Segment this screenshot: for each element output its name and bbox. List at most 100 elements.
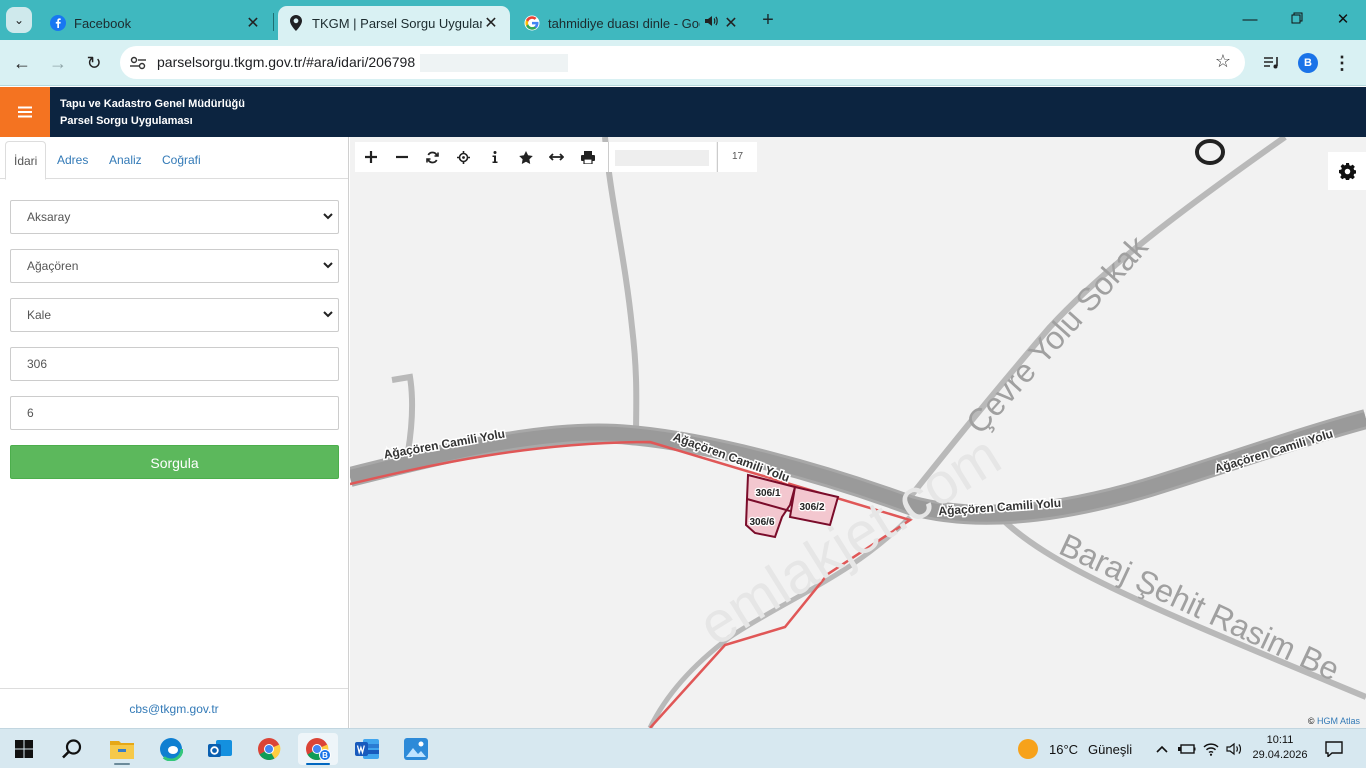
search-icon[interactable]: [52, 733, 92, 765]
media-controls-icon[interactable]: [1262, 51, 1282, 75]
tab-title: Facebook: [74, 15, 132, 31]
refresh-icon[interactable]: [417, 142, 448, 172]
more-menu-icon[interactable]: ⋮: [1333, 51, 1351, 75]
tab-title: tahmidiye duası dinle - Google: [548, 15, 700, 31]
volume-icon[interactable]: [1225, 737, 1243, 761]
tab-search-chevron-down-icon[interactable]: ⌄: [6, 7, 32, 33]
close-icon[interactable]: ✕: [722, 13, 740, 33]
tab-tkgm-parsel-sorgu[interactable]: TKGM | Parsel Sorgu Uygulaması ✕: [278, 6, 510, 40]
battery-icon[interactable]: [1178, 737, 1196, 761]
profile-avatar[interactable]: B: [1297, 51, 1319, 75]
query-sidebar: İdari Adres Analiz Coğrafi Aksaray Ağaçö…: [0, 137, 349, 728]
tab-google-search[interactable]: tahmidiye duası dinle - Google ✕: [514, 6, 750, 40]
chrome-profile-b-icon[interactable]: B: [298, 733, 338, 765]
chevron-down-icon: [322, 201, 334, 245]
map-toolbar: [355, 142, 608, 172]
new-tab-plus-icon[interactable]: +: [757, 8, 779, 32]
sun-icon: [1018, 739, 1038, 759]
tab-adres[interactable]: Adres: [49, 141, 96, 179]
map-feature: [1195, 139, 1225, 165]
weather-text: Güneşli: [1088, 741, 1133, 757]
map-attribution: © HGM Atlas: [1307, 716, 1360, 726]
tab-facebook[interactable]: Facebook ✕: [40, 6, 272, 40]
favorite-star-icon[interactable]: [510, 142, 541, 172]
sidebar-tabs: İdari Adres Analiz Coğrafi: [0, 137, 348, 180]
outlook-icon[interactable]: [200, 733, 240, 765]
windows-start-icon[interactable]: [4, 733, 44, 765]
window-close-icon[interactable]: ✕: [1323, 8, 1363, 32]
minimize-icon[interactable]: —: [1230, 8, 1270, 32]
site-settings-icon[interactable]: [128, 53, 148, 73]
contact-email-link[interactable]: cbs@tkgm.gov.tr: [0, 688, 348, 728]
map-canvas[interactable]: emlakjet.com Ağaçören Camili Yolu Ağaçör…: [350, 137, 1366, 728]
road-label: Çevre Yolu Sokak: [959, 228, 1155, 441]
restore-icon[interactable]: [1277, 8, 1317, 32]
url-text[interactable]: parselsorgu.tkgm.gov.tr/#ara/idari/20679…: [157, 54, 415, 70]
brand-line-1: Tapu ve Kadastro Genel Müdürlüğü: [60, 98, 245, 110]
location-pin-icon: [288, 15, 304, 31]
app-header: Tapu ve Kadastro Genel Müdürlüğü Parsel …: [0, 87, 1366, 137]
browser-toolbar: ← → ↻ parselsorgu.tkgm.gov.tr/#ara/idari…: [0, 40, 1366, 86]
hamburger-menu-icon[interactable]: [0, 87, 50, 137]
tab-idari[interactable]: İdari: [5, 141, 47, 180]
clock-time: 10:11: [1266, 734, 1294, 746]
app-brand: Tapu ve Kadastro Genel Müdürlüğü Parsel …: [60, 96, 245, 130]
reload-icon[interactable]: ↻: [82, 51, 106, 75]
block-number-input[interactable]: 306: [10, 347, 339, 381]
wifi-icon[interactable]: [1202, 737, 1220, 761]
temperature: 16°C: [1049, 741, 1079, 757]
parcel-label: 306/6: [749, 517, 774, 528]
map-view[interactable]: emlakjet.com Ağaçören Camili Yolu Ağaçör…: [350, 137, 1366, 728]
zoom-out-icon[interactable]: [386, 142, 417, 172]
tab-analiz[interactable]: Analiz: [101, 141, 150, 179]
tab-title: TKGM | Parsel Sorgu Uygulaması: [312, 15, 482, 31]
forward-arrow-icon[interactable]: →: [46, 51, 70, 75]
gear-icon[interactable]: [1328, 152, 1366, 190]
facebook-icon: [50, 15, 66, 31]
coordinate-box: [608, 142, 716, 172]
brand-line-2: Parsel Sorgu Uygulaması: [60, 115, 193, 127]
clock-date: 29.04.2026: [1252, 749, 1308, 761]
google-icon: [524, 15, 540, 31]
zoom-level-indicator: 17: [717, 142, 757, 172]
province-select[interactable]: Aksaray: [10, 200, 339, 234]
info-icon[interactable]: [479, 142, 510, 172]
parcel-number-input[interactable]: 6: [10, 396, 339, 430]
speaker-icon[interactable]: [700, 14, 722, 33]
neighborhood-select[interactable]: Kale: [10, 298, 339, 332]
redacted-url-area: [420, 54, 568, 72]
minor-road: [391, 373, 416, 453]
notification-icon[interactable]: [1322, 737, 1346, 761]
minor-road: [602, 137, 640, 438]
edge-browser-icon[interactable]: [151, 733, 191, 765]
file-explorer-icon[interactable]: [102, 733, 142, 765]
zoom-in-icon[interactable]: [355, 142, 386, 172]
measure-distance-icon[interactable]: [541, 142, 572, 172]
profile-badge-letter: B: [322, 751, 328, 760]
bookmark-star-icon[interactable]: ☆: [1215, 51, 1231, 72]
chevron-down-icon: [322, 250, 334, 294]
weather-widget[interactable]: 16°C Güneşli: [1018, 737, 1132, 761]
browser-tab-strip: ⌄ Facebook ✕ TKGM | Parsel Sorgu Uygulam…: [0, 0, 1366, 40]
chevron-down-icon: [322, 299, 334, 343]
photos-icon[interactable]: [396, 733, 436, 765]
chrome-icon[interactable]: [249, 733, 289, 765]
back-arrow-icon[interactable]: ←: [10, 51, 34, 75]
close-icon[interactable]: ✕: [482, 13, 500, 33]
tab-cografi[interactable]: Coğrafi: [154, 141, 209, 179]
district-select[interactable]: Ağaçören: [10, 249, 339, 283]
locate-crosshair-icon[interactable]: [448, 142, 479, 172]
road-label: Baraj Şehit Rasim Be: [1054, 526, 1345, 687]
address-bar[interactable]: parselsorgu.tkgm.gov.tr/#ara/idari/20679…: [120, 46, 1245, 79]
close-icon[interactable]: ✕: [244, 13, 262, 33]
hgm-atlas-link[interactable]: HGM Atlas: [1317, 716, 1360, 726]
parcel-label: 306/1: [755, 488, 780, 499]
print-icon[interactable]: [572, 142, 603, 172]
redacted-coordinate-area: [615, 150, 709, 166]
query-button[interactable]: Sorgula: [10, 445, 339, 479]
chevron-up-icon[interactable]: [1154, 737, 1170, 761]
system-clock[interactable]: 10:11 29.04.2026: [1250, 733, 1310, 763]
tab-divider: [273, 13, 274, 31]
word-icon[interactable]: [347, 733, 387, 765]
windows-taskbar: B 16°C Güneşli 10:11 29.04.2026: [0, 728, 1366, 768]
